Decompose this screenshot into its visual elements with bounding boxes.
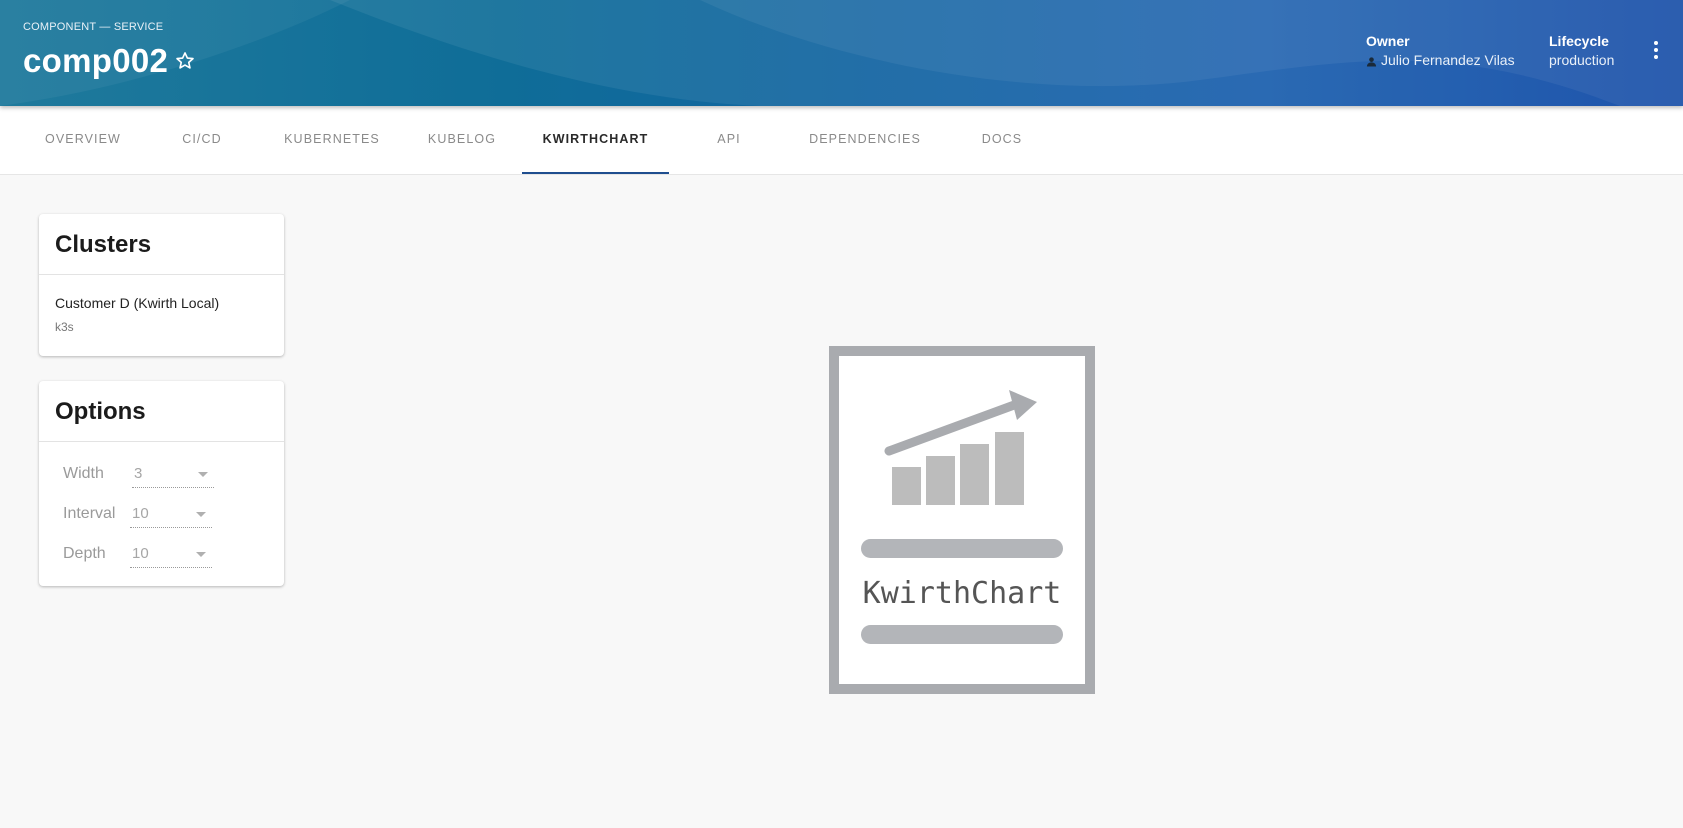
kwirthchart-logo: KwirthChart [829,346,1095,694]
width-select[interactable]: 3 [132,461,214,488]
more-vertical-icon[interactable] [1650,41,1662,63]
cluster-type: k3s [55,320,74,334]
tab-overview[interactable]: OVERVIEW [24,106,142,174]
tab-kwirthchart[interactable]: KWIRTHCHART [522,106,669,174]
cluster-list-item[interactable]: Customer D (Kwirth Local) k3s [55,295,219,334]
entity-header: COMPONENT — SERVICE comp002 Owner Julio … [0,0,1683,106]
chevron-down-icon [196,512,206,517]
clusters-title: Clusters [39,214,284,275]
lifecycle-value: production [1549,52,1615,68]
tab-api[interactable]: API [691,106,767,174]
width-label: Width [63,465,104,482]
depth-select[interactable]: 10 [130,541,212,568]
interval-label: Interval [63,505,116,522]
tab-docs[interactable]: DOCS [958,106,1046,174]
tab-dependencies[interactable]: DEPENDENCIES [800,106,930,174]
lifecycle-label: Lifecycle [1549,33,1609,49]
tab-bar: OVERVIEW CI/CD KUBERNETES KUBELOG KWIRTH… [0,106,1683,175]
owner-link[interactable]: Julio Fernandez Vilas [1381,52,1515,68]
tab-kubelog[interactable]: KUBELOG [414,106,510,174]
lifecycle-info: Lifecycle production [1549,33,1614,68]
tab-cicd[interactable]: CI/CD [164,106,240,174]
logo-text: KwirthChart [863,576,1062,611]
cluster-name: Customer D (Kwirth Local) [55,295,220,311]
entity-kind: COMPONENT — SERVICE [23,21,164,33]
star-icon[interactable] [174,50,196,76]
tab-kubernetes[interactable]: KUBERNETES [262,106,402,174]
page-title: comp002 [23,42,169,79]
owner-label: Owner [1366,33,1410,49]
owner-info: Owner Julio Fernandez Vilas [1366,33,1515,70]
width-value: 3 [134,465,143,482]
person-icon [1366,54,1377,70]
chevron-down-icon [198,472,208,477]
clusters-card: Clusters Customer D (Kwirth Local) k3s [39,214,284,356]
options-card: Options Width 3 Interval 10 Depth 10 [39,381,284,586]
depth-label: Depth [63,545,106,562]
chevron-down-icon [196,552,206,557]
interval-select[interactable]: 10 [130,501,212,528]
options-title: Options [39,381,284,442]
interval-value: 10 [132,505,149,522]
depth-value: 10 [132,545,149,562]
